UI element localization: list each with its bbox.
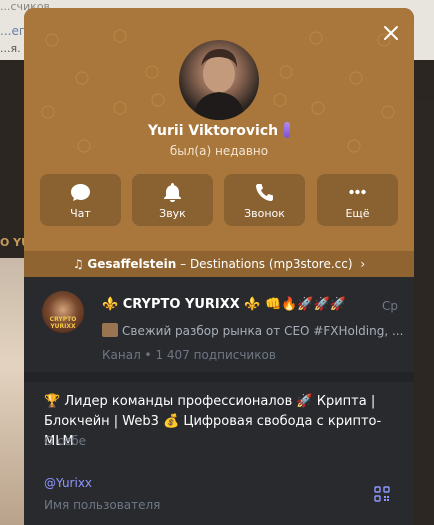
channel-preview-text: Свежий разбор рынка от CEO #FXHolding, .… xyxy=(122,324,404,338)
background-scroll-area xyxy=(414,100,434,525)
section-divider xyxy=(24,372,414,382)
profile-name: Yurii Viktorovich xyxy=(147,123,279,139)
chat-button[interactable]: Чат xyxy=(40,174,121,226)
profile-modal: Yurii Viktorovich был(а) недавно Чат Зву… xyxy=(24,8,414,525)
avatar-image xyxy=(193,48,245,120)
chat-bubble-icon xyxy=(71,184,90,201)
channel-avatar-text: CRYPTO YURIXX xyxy=(49,316,77,330)
channel-preview: Свежий разбор рынка от CEO #FXHolding, .… xyxy=(102,323,403,338)
channel-meta: Канал • 1 407 подписчиков xyxy=(102,348,276,362)
music-note-icon: ♫ xyxy=(72,257,84,271)
profile-status: был(а) недавно xyxy=(169,144,269,158)
username-link[interactable]: @Yurixx xyxy=(44,476,92,490)
more-button[interactable]: Ещё xyxy=(317,174,398,226)
profile-name-row: Yurii Viktorovich xyxy=(24,122,414,139)
username-label: Имя пользователя xyxy=(44,498,161,512)
call-button[interactable]: Звонок xyxy=(224,174,305,226)
music-separator: – xyxy=(176,257,190,271)
chevron-right-icon: › xyxy=(360,257,366,271)
mute-button-label: Звук xyxy=(159,207,186,220)
bio-label: О себе xyxy=(44,434,87,448)
mute-button[interactable]: Звук xyxy=(132,174,213,226)
channel-date: Ср xyxy=(382,299,398,313)
bell-icon xyxy=(164,183,181,202)
emoji-status-icon[interactable] xyxy=(284,122,291,138)
profile-avatar[interactable] xyxy=(179,40,259,120)
call-button-label: Звонок xyxy=(244,207,285,220)
more-button-label: Ещё xyxy=(345,207,370,220)
close-icon xyxy=(384,26,398,40)
qr-code-icon[interactable] xyxy=(374,486,390,502)
channel-card[interactable]: CRYPTO YURIXX ⚜️ CRYPTO YURIXX ⚜️ 👊🔥🚀🚀🚀 … xyxy=(24,283,414,369)
channel-title: ⚜️ CRYPTO YURIXX ⚜️ 👊🔥🚀🚀🚀 xyxy=(102,297,346,312)
bio-text: 🏆 Лидер команды профессионалов 🚀 Крипта … xyxy=(44,394,382,449)
action-buttons: Чат Звук Звонок Ещё xyxy=(40,174,398,226)
more-dots-icon xyxy=(349,189,366,195)
close-button[interactable] xyxy=(380,22,402,44)
music-bar[interactable]: ♫ Gesaffelstein – Destinations (mp3store… xyxy=(24,251,414,277)
phone-icon xyxy=(256,184,273,201)
chat-button-label: Чат xyxy=(70,207,91,220)
profile-header: Yurii Viktorovich был(а) недавно Чат Зву… xyxy=(24,8,414,251)
music-artist: Gesaffelstein xyxy=(87,257,177,271)
channel-avatar: CRYPTO YURIXX xyxy=(42,291,84,333)
preview-thumbnail xyxy=(102,323,118,337)
music-track: Destinations (mp3store.cc) xyxy=(189,257,353,271)
